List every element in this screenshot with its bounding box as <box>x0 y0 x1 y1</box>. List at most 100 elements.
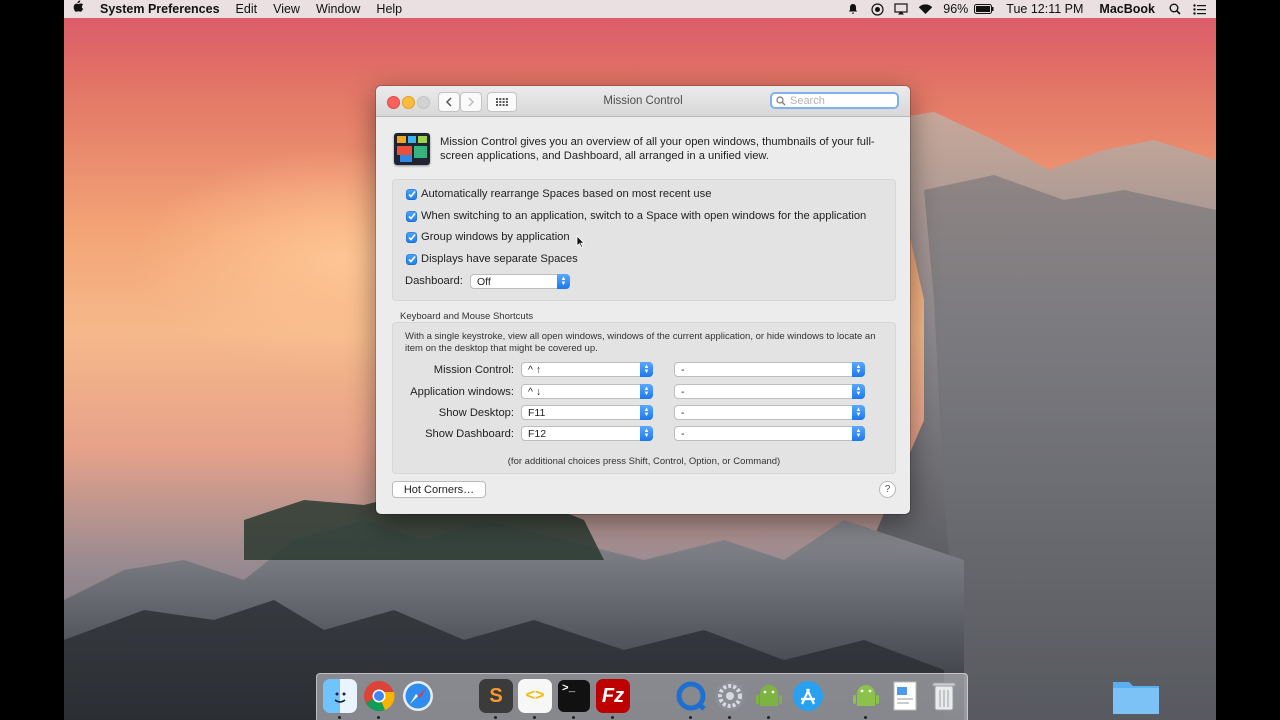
application-windows-mouse-select[interactable]: - ▲ ▼ <box>674 384 865 399</box>
option-label: Group windows by application <box>421 231 570 243</box>
popup-arrows-icon: ▲ ▼ <box>640 405 653 420</box>
search-input[interactable] <box>790 94 890 107</box>
popup-arrows-icon: ▲ ▼ <box>852 405 865 420</box>
shortcuts-heading: Keyboard and Mouse Shortcuts <box>400 311 534 322</box>
checkbox-checked-icon[interactable] <box>406 253 417 265</box>
checkbox-checked-icon[interactable] <box>406 231 417 243</box>
folder-icon[interactable] <box>1111 676 1161 720</box>
notification-bell-icon[interactable] <box>844 0 862 18</box>
spotlight-search-icon[interactable] <box>1166 0 1184 18</box>
mouse-cursor-icon <box>576 235 585 248</box>
menu-user[interactable]: MacBook <box>1091 0 1163 18</box>
shortcuts-panel: With a single keystroke, view all open w… <box>392 322 896 474</box>
options-panel: Automatically rearrange Spaces based on … <box>392 179 896 301</box>
footnote: (for additional choices press Shift, Con… <box>507 456 781 467</box>
search-field[interactable] <box>770 92 899 109</box>
shortcut-mouse-value: - <box>681 385 685 398</box>
shortcut-mouse-value: - <box>681 406 685 419</box>
battery-percent: 96% <box>943 2 969 16</box>
shortcut-label: Show Dashboard: <box>425 428 514 440</box>
option-rearrange-spaces[interactable]: Automatically rearrange Spaces based on … <box>406 188 711 200</box>
running-indicator <box>494 716 497 719</box>
shortcuts-description: With a single keystroke, view all open w… <box>405 331 876 354</box>
airplay-icon[interactable] <box>892 0 910 18</box>
menu-view[interactable]: View <box>265 0 308 18</box>
notification-center-icon[interactable] <box>1190 0 1208 18</box>
shortcut-label: Mission Control: <box>433 364 514 376</box>
option-switch-to-space[interactable]: When switching to an application, switch… <box>406 210 866 222</box>
running-indicator <box>611 716 614 719</box>
popup-arrows-icon: ▲ ▼ <box>852 362 865 377</box>
terminal-icon[interactable]: >_ <box>557 679 591 713</box>
desktop: System Preferences Edit View Window Help… <box>64 0 1216 720</box>
chrome-icon[interactable] <box>362 679 396 713</box>
running-indicator <box>689 716 692 719</box>
menu-clock[interactable]: Tue 12:11 PM <box>998 0 1091 18</box>
wifi-icon[interactable] <box>916 0 934 18</box>
checkbox-checked-icon[interactable] <box>406 210 417 222</box>
dashboard-select[interactable]: Off ▲ ▼ <box>470 274 570 289</box>
show-dashboard-mouse-select[interactable]: - ▲ ▼ <box>674 426 865 441</box>
dashboard-label: Dashboard: <box>405 275 463 287</box>
option-separate-spaces[interactable]: Displays have separate Spaces <box>406 253 578 265</box>
show-desktop-mouse-select[interactable]: - ▲ ▼ <box>674 405 865 420</box>
popup-arrows-icon: ▲ ▼ <box>852 426 865 441</box>
battery-icon[interactable] <box>973 0 995 18</box>
running-indicator <box>864 716 867 719</box>
running-indicator <box>728 716 731 719</box>
mission-control-window: Mission Control Mission Control gives yo… <box>376 86 910 514</box>
finder-icon[interactable] <box>323 679 357 713</box>
quicktime-icon[interactable] <box>674 679 708 713</box>
sublime-text-icon[interactable]: S <box>479 679 513 713</box>
show-dashboard-key-select[interactable]: F12 ▲ ▼ <box>521 426 653 441</box>
option-label: Automatically rearrange Spaces based on … <box>421 188 712 200</box>
preview-icon[interactable] <box>888 679 922 713</box>
popup-arrows-icon: ▲ ▼ <box>640 362 653 377</box>
menu-app-name[interactable]: System Preferences <box>92 0 228 18</box>
dock: S <> >_ Fz <box>316 673 968 720</box>
menu-edit[interactable]: Edit <box>228 0 266 18</box>
checkbox-checked-icon[interactable] <box>406 188 417 200</box>
popup-arrows-icon: ▲ ▼ <box>640 426 653 441</box>
android-icon[interactable] <box>849 679 883 713</box>
menu-window[interactable]: Window <box>308 0 368 18</box>
shortcut-label: Application windows: <box>410 386 514 398</box>
shortcut-key-value: ^ ↑ <box>528 363 542 376</box>
running-indicator <box>767 716 770 719</box>
shortcut-mouse-value: - <box>681 363 685 376</box>
option-group-windows[interactable]: Group windows by application <box>406 231 570 243</box>
option-label: Displays have separate Spaces <box>421 253 578 265</box>
android-studio-icon[interactable] <box>752 679 786 713</box>
mission-control-key-select[interactable]: ^ ↑ ▲ ▼ <box>521 362 653 377</box>
shortcut-key-value: F11 <box>528 406 546 419</box>
shortcut-key-value: F12 <box>528 427 547 440</box>
apple-icon[interactable] <box>64 0 92 18</box>
mission-control-mouse-select[interactable]: - ▲ ▼ <box>674 362 865 377</box>
menu-bar: System Preferences Edit View Window Help… <box>64 0 1216 18</box>
running-indicator <box>338 716 341 719</box>
record-icon[interactable] <box>868 0 886 18</box>
trash-icon[interactable] <box>927 679 961 713</box>
filezilla-icon[interactable]: Fz <box>596 679 630 713</box>
search-icon <box>776 95 786 105</box>
popup-arrows-icon: ▲ ▼ <box>557 274 570 289</box>
app-store-icon[interactable] <box>791 679 825 713</box>
application-windows-key-select[interactable]: ^ ↓ ▲ ▼ <box>521 384 653 399</box>
popup-arrows-icon: ▲ ▼ <box>852 384 865 399</box>
safari-icon[interactable] <box>401 679 435 713</box>
intro-text: Mission Control gives you an overview of… <box>440 136 875 162</box>
shortcut-key-value: ^ ↓ <box>528 385 542 398</box>
shortcut-mouse-value: - <box>681 427 685 440</box>
running-indicator <box>377 716 380 719</box>
menu-help[interactable]: Help <box>368 0 410 18</box>
running-indicator <box>572 716 575 719</box>
help-button[interactable]: ? <box>879 481 896 498</box>
brackets-icon[interactable]: <> <box>518 679 552 713</box>
hot-corners-button[interactable]: Hot Corners… <box>392 481 486 498</box>
shortcut-label: Show Desktop: <box>438 407 514 419</box>
show-desktop-key-select[interactable]: F11 ▲ ▼ <box>521 405 653 420</box>
title-bar: Mission Control <box>376 86 910 117</box>
mission-control-icon <box>394 133 430 165</box>
running-indicator <box>533 716 536 719</box>
system-preferences-icon[interactable] <box>713 679 747 713</box>
